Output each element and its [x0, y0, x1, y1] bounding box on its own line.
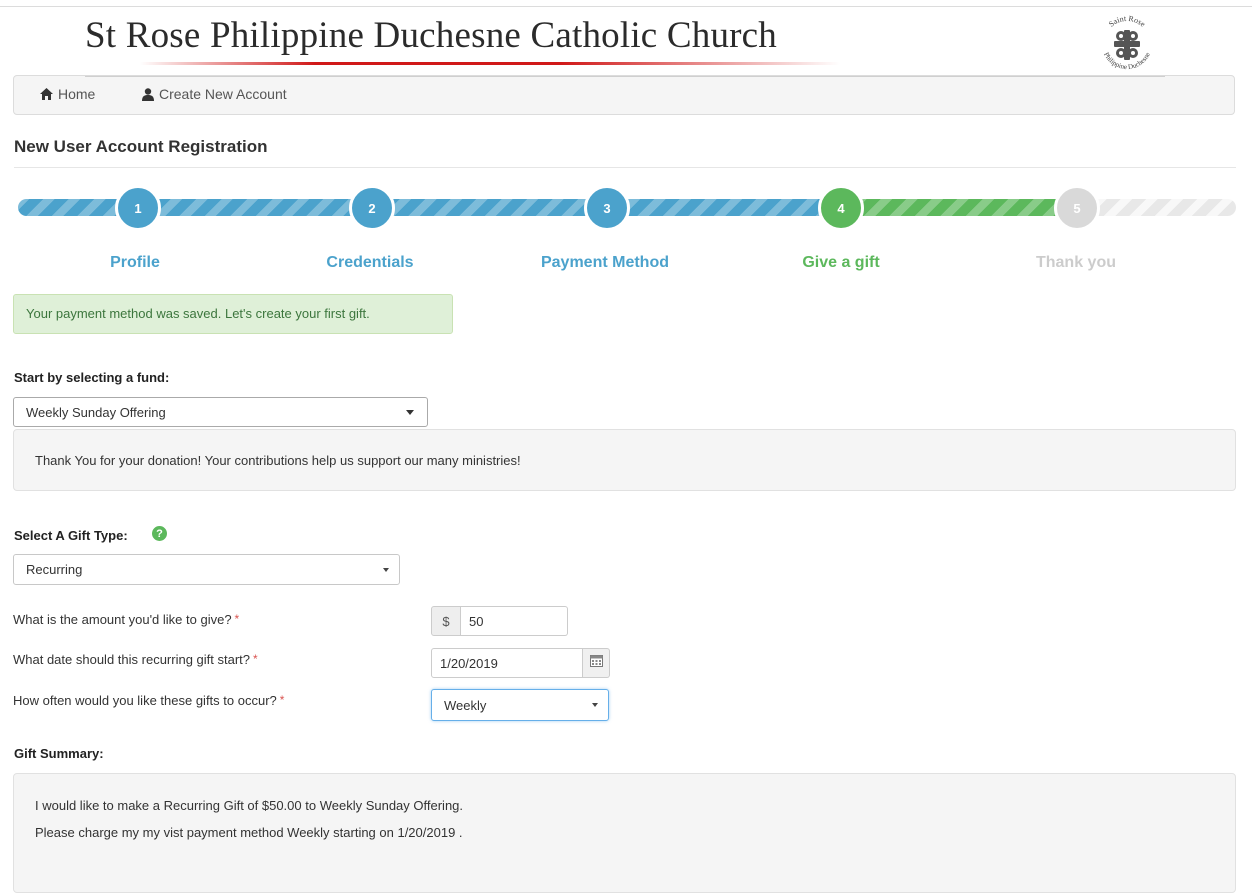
svg-text:Saint Rose: Saint Rose — [1107, 14, 1148, 29]
step-2-circle: 2 — [349, 185, 395, 231]
nav-create-account-link[interactable]: Create New Account — [142, 86, 287, 102]
frequency-question: How often would you like these gifts to … — [13, 693, 284, 708]
home-icon — [40, 88, 53, 100]
success-alert: Your payment method was saved. Let's cre… — [13, 294, 453, 334]
amount-input[interactable]: 50 — [461, 606, 568, 636]
step-1-label: Profile — [110, 254, 160, 271]
step-4-label: Give a gift — [802, 254, 880, 271]
currency-addon: $ — [431, 606, 461, 636]
frequency-select[interactable]: Weekly — [431, 689, 609, 721]
gift-type-label: Select A Gift Type: — [14, 528, 128, 543]
step-4-circle: 4 — [818, 185, 864, 231]
nav-divider — [85, 76, 1165, 77]
step-3-circle: 3 — [584, 185, 630, 231]
start-date-question-text: What date should this recurring gift sta… — [13, 652, 251, 667]
gift-type-select[interactable]: Recurring — [13, 554, 400, 585]
gift-summary-line-2: Please charge my my vist payment method … — [35, 825, 463, 840]
church-logo: Saint Rose Philippine Duchesne — [1092, 10, 1162, 78]
frequency-select-value: Weekly — [444, 697, 487, 713]
chevron-down-icon — [592, 703, 598, 707]
top-border — [0, 6, 1252, 7]
step-3-label: Payment Method — [540, 254, 669, 271]
chevron-down-icon — [406, 410, 414, 415]
required-marker: * — [253, 652, 258, 666]
gift-summary-line-1: I would like to make a Recurring Gift of… — [35, 798, 464, 813]
nav-home-label: Home — [58, 86, 96, 102]
title-underline — [140, 62, 840, 65]
step-5-label: Thank you — [1035, 254, 1116, 271]
required-marker: * — [279, 693, 285, 707]
start-date-question: What date should this recurring gift sta… — [13, 652, 258, 667]
gift-summary-box: I would like to make a Recurring Gift of… — [13, 773, 1236, 893]
calendar-button[interactable] — [583, 648, 610, 678]
question-circle-icon[interactable]: ? — [152, 526, 167, 541]
step-1-circle: 1 — [115, 185, 161, 231]
user-icon — [142, 87, 154, 101]
fund-description-text: Thank You for your donation! Your contri… — [35, 453, 521, 468]
fund-label: Start by selecting a fund: — [14, 370, 170, 385]
start-date-input-group: 1/20/2019 — [431, 648, 610, 678]
gift-summary-label: Gift Summary: — [14, 746, 104, 761]
step-5-circle: 5 — [1054, 185, 1100, 231]
logo-text-top: Saint Rose — [1107, 14, 1148, 29]
amount-question: What is the amount you'd like to give? * — [13, 612, 239, 627]
fund-select-value: Weekly Sunday Offering — [26, 404, 166, 420]
progress-track-active — [830, 199, 1070, 216]
frequency-question-text: How often would you like these gifts to … — [13, 693, 277, 708]
required-marker: * — [234, 612, 240, 626]
gift-type-select-value: Recurring — [26, 562, 83, 577]
nav-home-link[interactable]: Home — [40, 86, 95, 102]
start-date-input[interactable]: 1/20/2019 — [431, 648, 583, 678]
calendar-icon — [589, 654, 603, 672]
amount-question-text: What is the amount you'd like to give? — [13, 612, 232, 627]
amount-input-group: $ 50 — [431, 606, 568, 636]
page-title: New User Account Registration — [14, 137, 268, 156]
step-2-label: Credentials — [326, 254, 414, 271]
fund-select[interactable]: Weekly Sunday Offering — [13, 397, 428, 427]
church-title: St Rose Philippine Duchesne Catholic Chu… — [85, 15, 777, 56]
nav-create-account-label: Create New Account — [159, 86, 287, 102]
chevron-down-icon — [383, 567, 389, 572]
heading-divider — [14, 167, 1236, 168]
fund-description: Thank You for your donation! Your contri… — [13, 429, 1236, 491]
